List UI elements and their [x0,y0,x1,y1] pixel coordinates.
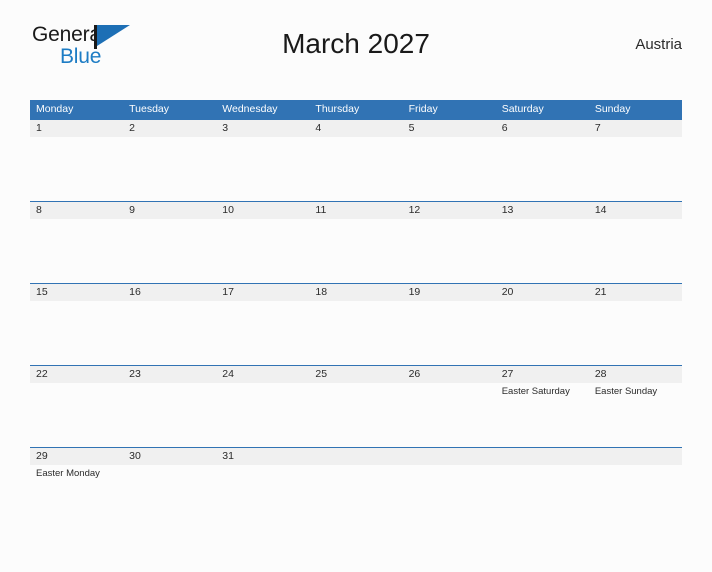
day-number: 13 [501,204,514,216]
day-cell[interactable]: 5 [403,120,496,201]
day-cell-empty [496,448,589,529]
day-cell-empty [589,448,682,529]
day-cell[interactable]: 6 [496,120,589,201]
weekday-header-saturday: Saturday [501,103,544,115]
day-cell[interactable]: 20 [496,284,589,365]
weekday-header-monday: Monday [36,103,74,115]
day-cell[interactable]: 18 [309,284,402,365]
day-cell[interactable]: 13 [496,202,589,283]
day-number: 30 [129,450,141,462]
day-cell[interactable]: 9 [123,202,216,283]
day-number: 9 [129,204,135,216]
day-number: 10 [222,204,234,216]
day-cell[interactable]: 12 [403,202,496,283]
day-cell[interactable]: 4 [309,120,402,201]
page-title: March 2027 [282,28,430,59]
day-cell[interactable]: 15 [30,284,123,365]
day-number: 15 [36,286,48,298]
day-cell[interactable]: 8 [30,202,123,283]
weekday-header-thursday: Thursday [315,103,360,115]
day-number: 7 [594,122,601,134]
day-number: 18 [315,286,328,298]
day-cell-empty [309,448,402,529]
day-cell[interactable]: 30 [123,448,216,529]
day-cell[interactable]: 27 Easter Saturday [496,366,589,447]
day-number: 26 [408,368,421,380]
day-number: 14 [594,204,607,216]
day-cell[interactable]: 31 [216,448,309,529]
week-row: 8 9 10 11 12 13 14 [30,201,682,283]
day-cell[interactable]: 22 [30,366,123,447]
week-row: 22 23 24 25 26 27 Easter Saturday 28 Eas… [30,365,682,447]
day-cell[interactable]: 7 [589,120,682,201]
day-cell[interactable]: 24 [216,366,309,447]
day-cell[interactable]: 3 [216,120,309,201]
day-number: 21 [594,286,607,298]
weekday-header-friday: Friday [408,103,438,115]
week-row: 1 2 3 4 5 6 7 [30,119,682,201]
day-number: 11 [315,204,327,216]
day-number: 17 [222,286,234,298]
day-number: 2 [129,122,135,134]
day-cell[interactable]: 21 [589,284,682,365]
day-number: 22 [36,368,48,380]
day-number: 24 [222,368,234,380]
day-number: 8 [36,204,42,216]
day-cell[interactable]: 14 [589,202,682,283]
day-cell[interactable]: 10 [216,202,309,283]
day-cell[interactable]: 1 [30,120,123,201]
day-number: 27 [501,368,514,380]
day-cell[interactable]: 2 [123,120,216,201]
weekday-header-wednesday: Wednesday [222,103,278,115]
day-number: 6 [501,122,508,134]
day-cell[interactable]: 19 [403,284,496,365]
day-number: 5 [408,122,415,134]
day-cell[interactable]: 28 Easter Sunday [589,366,682,447]
day-number: 20 [501,286,514,298]
day-number: 19 [408,286,421,298]
day-number: 23 [129,368,141,380]
day-number: 25 [315,368,328,380]
day-cell[interactable]: 26 [403,366,496,447]
week-row: 15 16 17 18 19 20 21 [30,283,682,365]
day-event: Easter Sunday [594,386,658,397]
weekday-header-row: Monday Tuesday Wednesday Thursday Friday… [30,100,682,119]
day-number: 16 [129,286,141,298]
day-number: 12 [408,204,421,216]
day-event: Easter Saturday [501,386,570,397]
day-number: 4 [315,122,322,134]
week-row: 29 Easter Monday 30 31 [30,447,682,529]
day-number: 28 [594,368,607,380]
page-header: General Blue March 2027 Austria [30,22,682,78]
weekday-header-tuesday: Tuesday [129,103,170,115]
day-number: 1 [36,122,42,134]
country-label: Austria [635,36,682,53]
calendar-grid: Monday Tuesday Wednesday Thursday Friday… [30,100,682,529]
day-cell[interactable]: 11 [309,202,402,283]
day-cell[interactable]: 23 [123,366,216,447]
day-number: 31 [222,450,234,462]
day-cell-empty [403,448,496,529]
weekday-header-sunday: Sunday [594,103,631,115]
day-cell[interactable]: 17 [216,284,309,365]
day-cell[interactable]: 16 [123,284,216,365]
day-number: 29 [36,450,48,462]
day-number: 3 [222,122,229,134]
day-cell[interactable]: 25 [309,366,402,447]
day-event: Easter Monday [36,468,100,479]
day-cell[interactable]: 29 Easter Monday [30,448,123,529]
